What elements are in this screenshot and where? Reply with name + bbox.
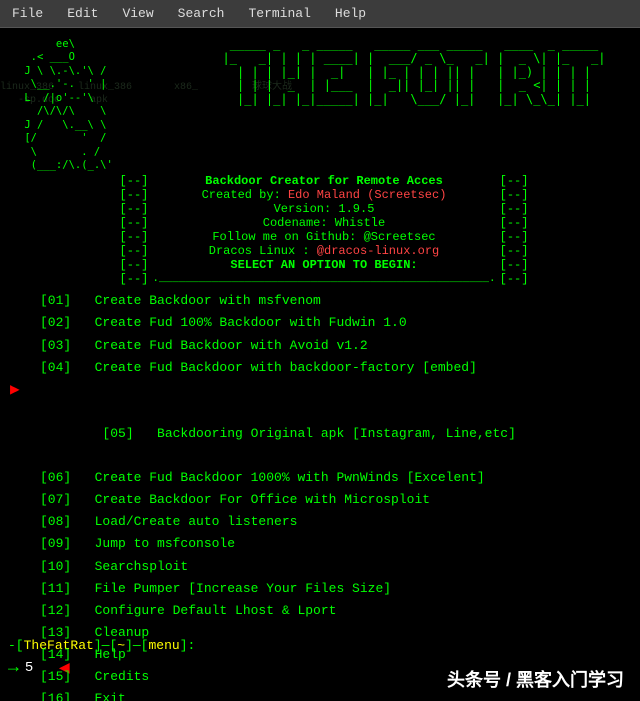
- menu-item-14[interactable]: [14] Help: [40, 644, 640, 666]
- menu-help[interactable]: Help: [331, 4, 370, 23]
- follow-label: Follow me on Github:: [212, 230, 356, 244]
- info-row-version: [--] Version: 1.9.5 [--]: [120, 202, 529, 216]
- info-row-github: [--] Follow me on Github: @Screetsec [--…: [120, 230, 529, 244]
- menu-item-04[interactable]: [04] Create Fud Backdoor with backdoor-f…: [40, 357, 640, 379]
- menu-terminal[interactable]: Terminal: [244, 4, 314, 23]
- menu-item-03[interactable]: [03] Create Fud Backdoor with Avoid v1.2: [40, 335, 640, 357]
- menu-list: [01] Create Backdoor with msfvenom [02] …: [0, 290, 640, 701]
- menu-item-01[interactable]: [01] Create Backdoor with msfvenom: [40, 290, 640, 312]
- terminal-content: ee\ .< ___O J \ \.-\.'\ / \__.'-. ' | L …: [0, 28, 640, 701]
- dracos-value: @dracos-linux.org: [317, 244, 439, 258]
- menu-item-11[interactable]: [11] File Pumper [Increase Your Files Si…: [40, 578, 640, 600]
- menu-item-09[interactable]: [09] Jump to msfconsole: [40, 533, 640, 555]
- menu-view[interactable]: View: [118, 4, 157, 23]
- menu-item-06[interactable]: [06] Create Fud Backdoor 1000% with PwnW…: [40, 467, 640, 489]
- follow-value: @Screetsec: [364, 230, 436, 244]
- info-row-dracos: [--] Dracos Linux : @dracos-linux.org [-…: [120, 244, 529, 258]
- select-option-text: SELECT AN OPTION TO BEGIN:: [230, 258, 417, 272]
- info-row-codename: [--] Codename: Whistle [--]: [120, 216, 529, 230]
- banner-title: Backdoor Creator for Remote Acces: [205, 174, 443, 188]
- version-label: Version:: [274, 202, 332, 216]
- menu-item-12[interactable]: [12] Configure Default Lhost & Lport: [40, 600, 640, 622]
- menu-item-10[interactable]: [10] Searchsploit: [40, 556, 640, 578]
- menu-search[interactable]: Search: [174, 4, 229, 23]
- menu-item-13[interactable]: [13] Cleanup: [40, 622, 640, 644]
- created-by-label: Created by:: [202, 188, 281, 202]
- watermark-text: 头条号 / 黑客入门学习: [447, 670, 624, 690]
- ascii-art: ee\ .< ___O J \ \.-\.'\ / \__.'-. ' | L …: [8, 38, 188, 172]
- codename-label: Codename:: [263, 216, 328, 230]
- terminal: linux_386 linux_386 x86_ 球球大战 -sp.doc ap…: [0, 28, 640, 701]
- dracos-label: Dracos Linux :: [209, 244, 310, 258]
- created-by-value: Edo Maland (Screetsec): [288, 188, 446, 202]
- info-row-select: [--] SELECT AN OPTION TO BEGIN: [--]: [120, 258, 529, 272]
- codename-value: Whistle: [335, 216, 385, 230]
- menu-item-08[interactable]: [08] Load/Create auto listeners: [40, 511, 640, 533]
- info-row-separator: [--] .__________________________________…: [120, 272, 529, 286]
- info-row-title: [--] Backdoor Creator for Remote Acces […: [120, 174, 529, 188]
- menubar: File Edit View Search Terminal Help: [0, 0, 640, 28]
- menu-file[interactable]: File: [8, 4, 47, 23]
- watermark: 头条号 / 黑客入门学习: [447, 666, 624, 693]
- menu-item-05[interactable]: ▶ [05] Backdooring Original apk [Instagr…: [40, 379, 640, 467]
- version-value: 1.9.5: [338, 202, 374, 216]
- info-row-created: [--] Created by: Edo Maland (Screetsec) …: [120, 188, 529, 202]
- menu-item-07[interactable]: [07] Create Backdoor For Office with Mic…: [40, 489, 640, 511]
- menu-edit[interactable]: Edit: [63, 4, 102, 23]
- menu-item-02[interactable]: [02] Create Fud 100% Backdoor with Fudwi…: [40, 312, 640, 334]
